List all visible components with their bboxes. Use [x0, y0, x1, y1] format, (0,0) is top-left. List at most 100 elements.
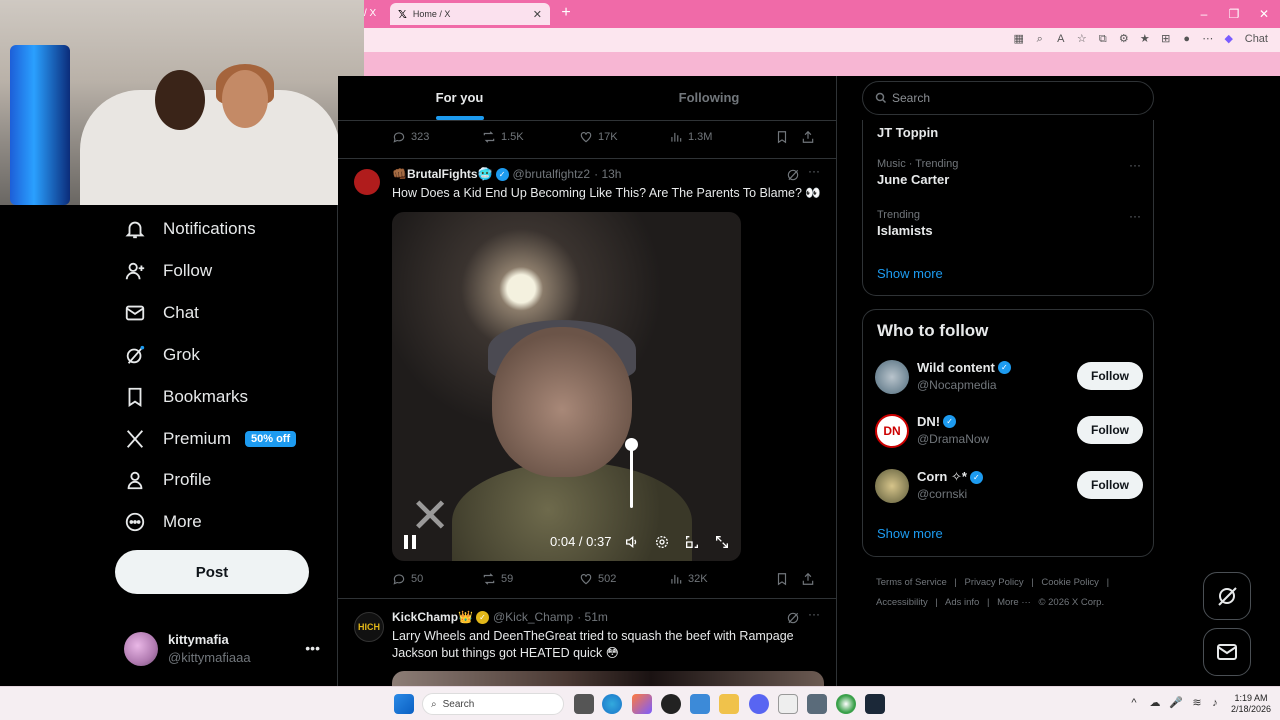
like-button[interactable]: 502: [579, 572, 669, 586]
follow-suggestion[interactable]: DN DN! ✓ @DramaNow Follow: [875, 412, 1143, 452]
follow-button[interactable]: Follow: [1077, 416, 1143, 444]
footer-link[interactable]: Accessibility: [876, 597, 928, 608]
trend-item[interactable]: Trending Islamists ···: [877, 209, 1141, 238]
search-input[interactable]: [892, 91, 1132, 105]
volume-slider-handle[interactable]: [625, 438, 638, 451]
pause-icon[interactable]: [404, 535, 418, 551]
copilot-icon[interactable]: ◆: [1222, 32, 1236, 46]
read-aloud-icon[interactable]: A: [1054, 32, 1068, 46]
tweet-more-icon[interactable]: ···: [808, 607, 820, 621]
onedrive-icon[interactable]: ☁: [1148, 696, 1162, 710]
search-box[interactable]: [862, 81, 1154, 115]
notepad-icon[interactable]: [778, 694, 798, 714]
nav-profile[interactable]: Profile: [124, 465, 211, 495]
windows-start-icon[interactable]: [394, 694, 414, 714]
settings-gear-icon[interactable]: [807, 694, 827, 714]
nav-follow[interactable]: Follow: [124, 256, 212, 286]
footer-link[interactable]: More ···: [997, 597, 1031, 608]
follow-suggestion[interactable]: Wild content ✓ @Nocapmedia Follow: [875, 358, 1143, 398]
zoom-icon[interactable]: ⌕: [1033, 32, 1047, 46]
close-window-icon[interactable]: ✕: [1254, 4, 1274, 24]
tweet-author-name[interactable]: KickChamp👑: [392, 610, 473, 624]
settings-more-icon[interactable]: ⋯: [1201, 32, 1215, 46]
tweet-time[interactable]: · 13h: [594, 167, 621, 181]
edge-browser-icon[interactable]: [602, 694, 622, 714]
new-tab-button[interactable]: +: [557, 3, 575, 23]
active-tab[interactable]: 𝕏 Home / X ✕: [390, 3, 550, 25]
microphone-icon[interactable]: 🎤: [1169, 696, 1183, 710]
nav-premium[interactable]: Premium 50% off: [124, 424, 297, 454]
reply-button[interactable]: 50: [392, 572, 482, 586]
store-icon[interactable]: [690, 694, 710, 714]
profile-icon[interactable]: ●: [1180, 32, 1194, 46]
trend-more-icon[interactable]: ···: [1129, 158, 1141, 172]
minimize-icon[interactable]: –: [1194, 4, 1214, 24]
tab-for-you[interactable]: For you: [338, 76, 581, 121]
close-tab-icon[interactable]: ✕: [533, 8, 542, 21]
steam-icon[interactable]: [865, 694, 885, 714]
views-button[interactable]: 32K: [669, 572, 775, 586]
app-icon[interactable]: ▦: [1012, 32, 1026, 46]
nav-more[interactable]: More: [124, 507, 202, 537]
grok-explain-icon[interactable]: [786, 611, 800, 625]
tweet-avatar[interactable]: [354, 169, 380, 195]
messages-fab-button[interactable]: [1203, 628, 1251, 676]
collections-icon[interactable]: ⊞: [1159, 32, 1173, 46]
wifi-icon[interactable]: ≋: [1190, 696, 1204, 710]
tweet-handle[interactable]: @Kick_Champ: [493, 610, 573, 624]
follow-button[interactable]: Follow: [1077, 471, 1143, 499]
trend-item[interactable]: Music · Trending June Carter ···: [877, 158, 1141, 187]
grok-fab-button[interactable]: [1203, 572, 1251, 620]
footer-link[interactable]: Privacy Policy: [965, 577, 1024, 588]
trend-more-icon[interactable]: ···: [1129, 209, 1141, 223]
fullscreen-icon[interactable]: [714, 534, 730, 550]
chrome-icon[interactable]: [836, 694, 856, 714]
trends-show-more-link[interactable]: Show more: [877, 266, 943, 281]
footer-link[interactable]: Ads info: [945, 597, 979, 608]
nav-grok[interactable]: Grok: [124, 340, 200, 370]
tray-chevron-icon[interactable]: ^: [1127, 696, 1141, 710]
repost-button[interactable]: 1.5K: [482, 130, 579, 144]
tab-following[interactable]: Following: [581, 76, 836, 121]
tweet-more-icon[interactable]: ···: [808, 164, 820, 178]
share-button[interactable]: [801, 130, 820, 144]
file-explorer-icon[interactable]: [719, 694, 739, 714]
reply-button[interactable]: 323: [392, 130, 482, 144]
copilot-icon[interactable]: [632, 694, 652, 714]
tweet-author-name[interactable]: 👊🏾BrutalFights🥶: [392, 167, 493, 181]
copilot-chat-label[interactable]: Chat: [1245, 32, 1268, 46]
post-button[interactable]: Post: [115, 550, 309, 594]
favorites-icon[interactable]: ★: [1138, 32, 1152, 46]
app-icon[interactable]: [661, 694, 681, 714]
favorite-star-icon[interactable]: ☆: [1075, 32, 1089, 46]
footer-link[interactable]: Terms of Service: [876, 577, 947, 588]
tweet-time[interactable]: · 51m: [577, 610, 608, 624]
volume-icon[interactable]: [624, 534, 640, 550]
footer-link[interactable]: Cookie Policy: [1041, 577, 1099, 588]
account-switcher[interactable]: kittymafia @kittymafiaaa •••: [124, 630, 324, 670]
previous-tab[interactable]: / X: [364, 4, 390, 24]
extensions-icon[interactable]: ⚙: [1117, 32, 1131, 46]
volume-slider-track[interactable]: [630, 446, 633, 508]
follow-button[interactable]: Follow: [1077, 362, 1143, 390]
wtf-show-more-link[interactable]: Show more: [877, 526, 943, 541]
settings-gear-icon[interactable]: [654, 534, 670, 550]
nav-bookmarks[interactable]: Bookmarks: [124, 382, 248, 412]
nav-notifications[interactable]: Notifications: [124, 214, 256, 244]
tweet-avatar[interactable]: HICH: [354, 612, 384, 642]
bookmark-button[interactable]: [775, 572, 801, 586]
discord-icon[interactable]: [749, 694, 769, 714]
more-dots-icon[interactable]: •••: [305, 640, 320, 656]
bookmark-button[interactable]: [775, 130, 801, 144]
tweet-media[interactable]: [392, 671, 824, 686]
follow-suggestion[interactable]: Corn ✧* ✓ @cornski Follow: [875, 467, 1143, 507]
restore-icon[interactable]: ❐: [1224, 4, 1244, 24]
views-button[interactable]: 1.3M: [669, 130, 775, 144]
repost-button[interactable]: 59: [482, 572, 579, 586]
taskbar-search[interactable]: ⌕ Search: [422, 693, 564, 715]
trend-item[interactable]: JT Toppin: [877, 123, 1141, 140]
share-button[interactable]: [801, 572, 820, 586]
task-view-icon[interactable]: [574, 694, 594, 714]
speaker-icon[interactable]: ♪: [1208, 696, 1222, 710]
grok-explain-icon[interactable]: [786, 168, 800, 182]
